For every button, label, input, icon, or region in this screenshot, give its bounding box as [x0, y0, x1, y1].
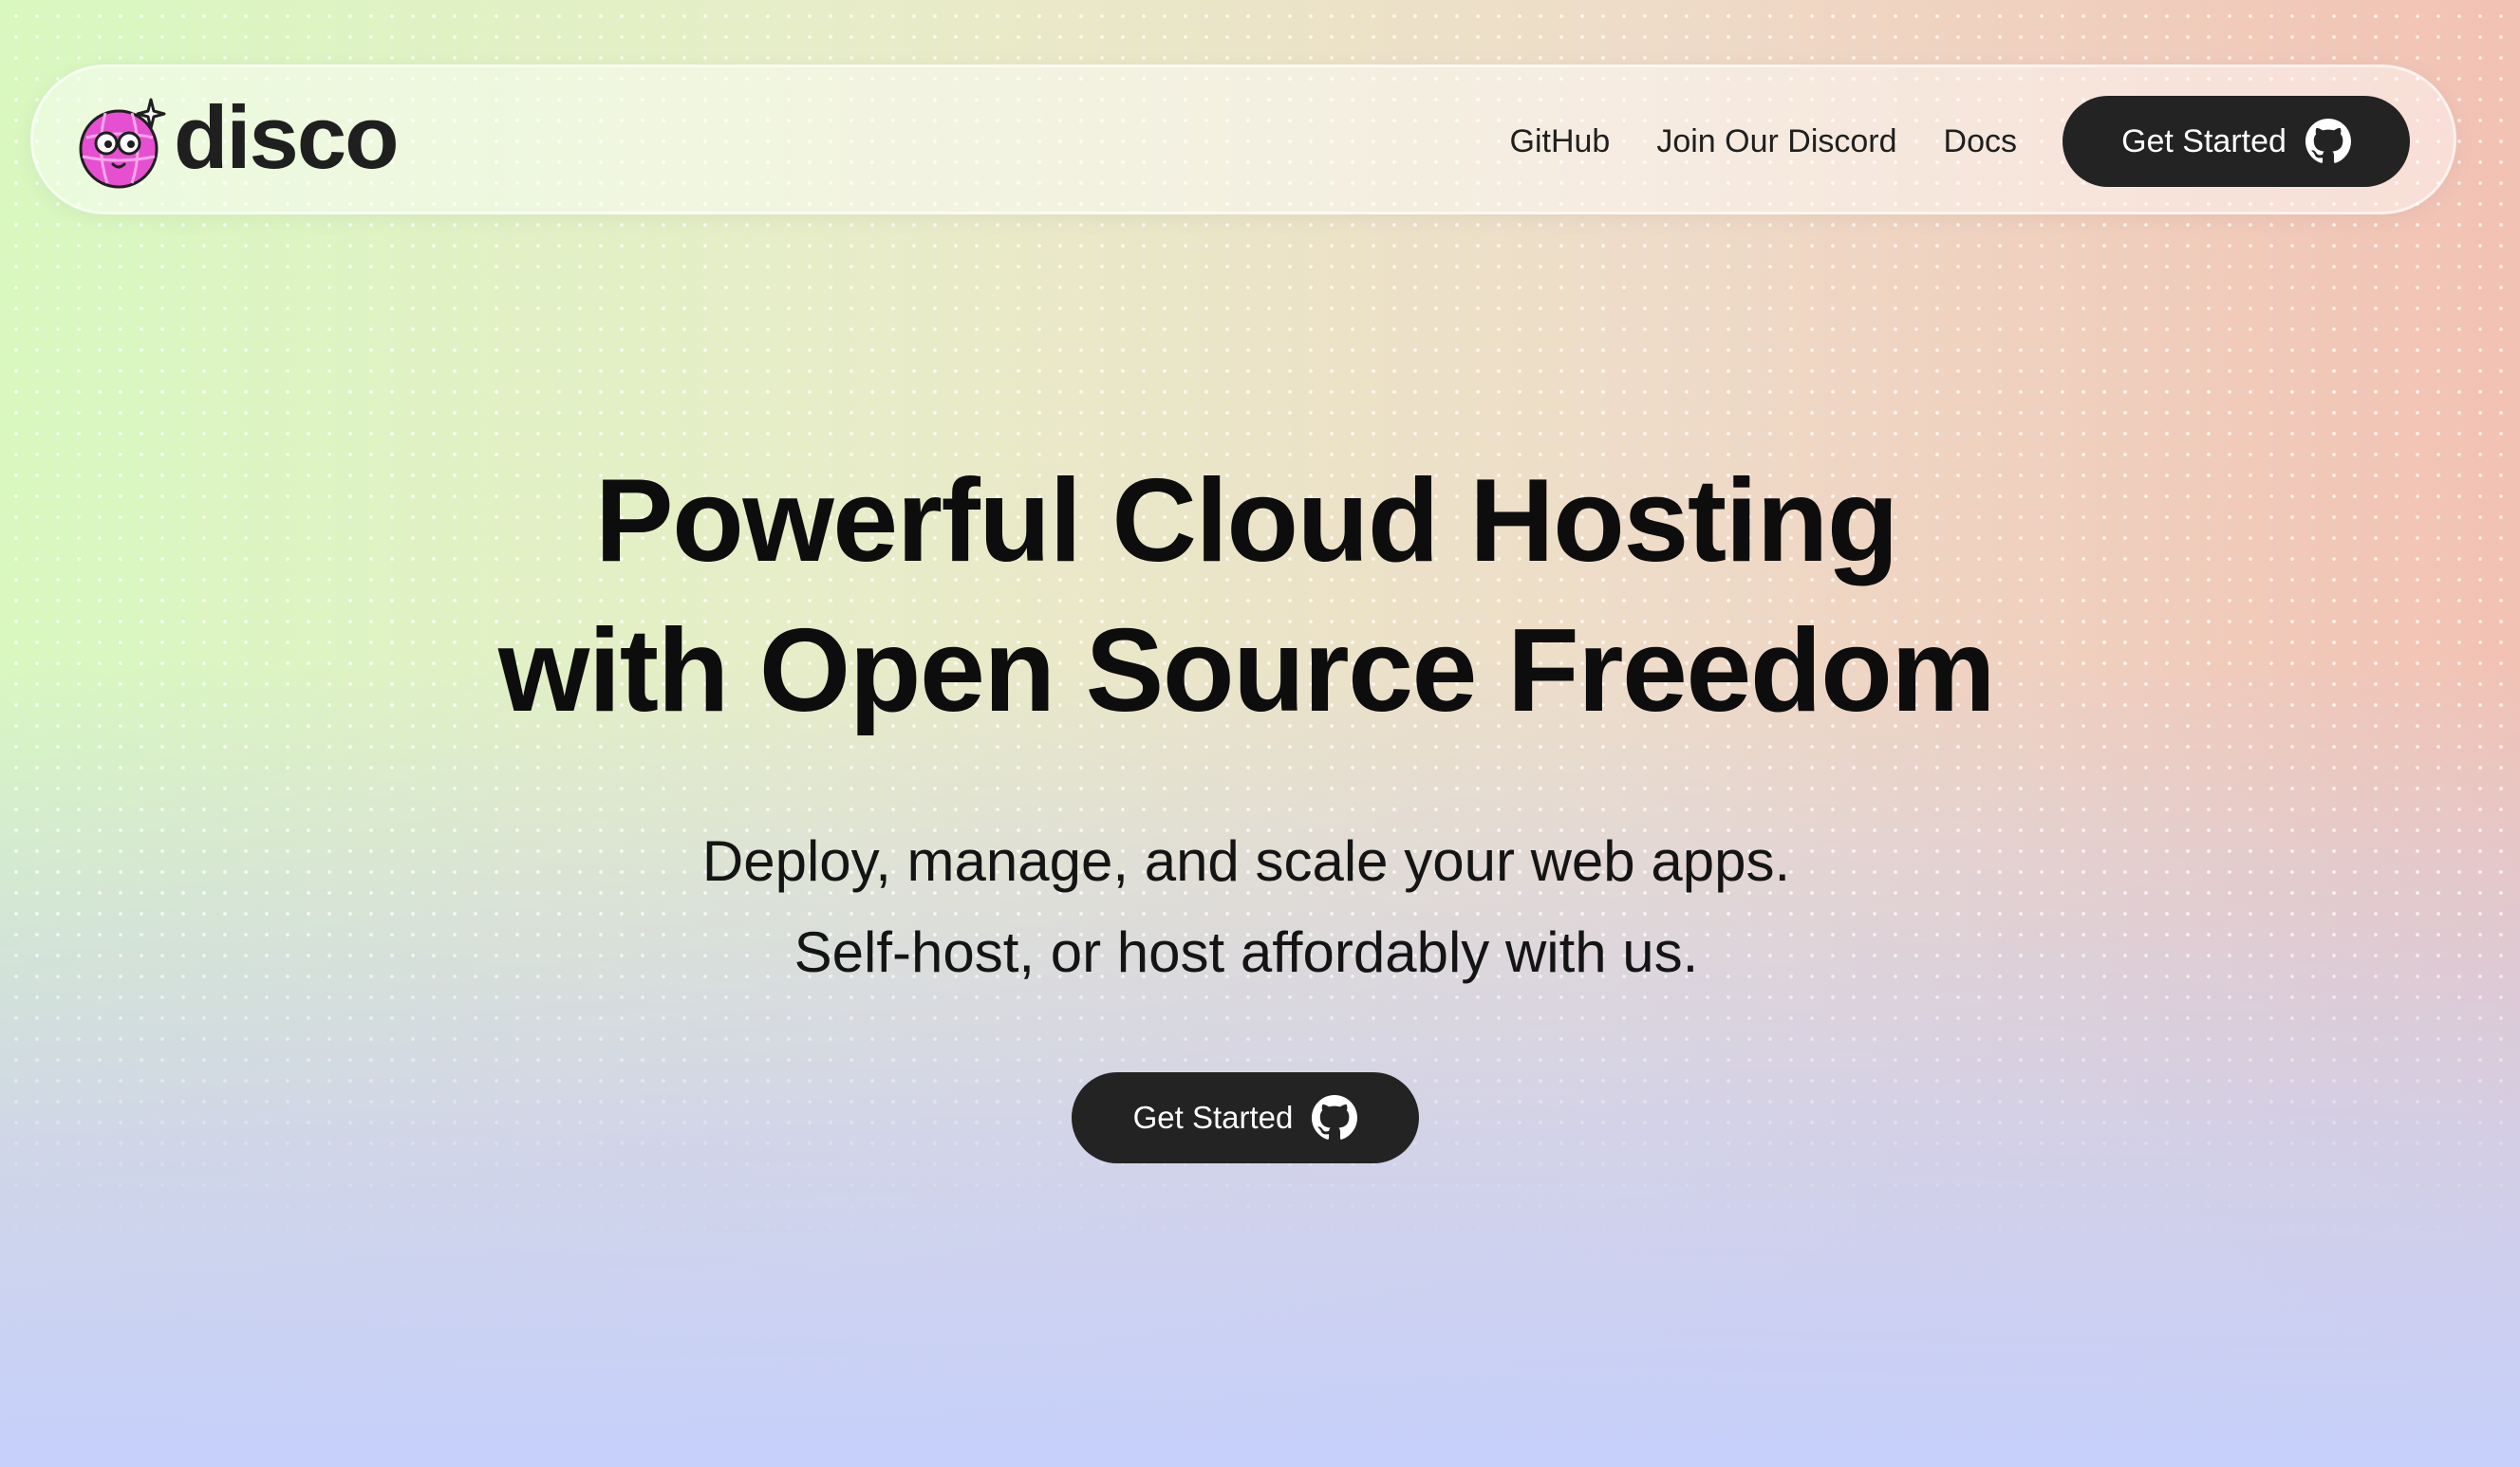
nav-links: GitHub Join Our Discord Docs Get Started [1510, 96, 2410, 187]
hero-title: Powerful Cloud Hosting with Open Source … [0, 446, 2492, 746]
nav-get-started-label: Get Started [2121, 122, 2287, 159]
github-icon [2305, 119, 2351, 163]
github-icon [1312, 1095, 1358, 1140]
hero-title-line-1: Powerful Cloud Hosting [594, 455, 1899, 586]
disco-ball-mascot-icon [79, 98, 166, 189]
hero-subtitle-line-1: Deploy, manage, and scale your web apps. [701, 829, 1791, 893]
hero-subtitle: Deploy, manage, and scale your web apps.… [0, 816, 2492, 998]
nav-link-github[interactable]: GitHub [1510, 123, 1611, 160]
nav-get-started-button[interactable]: Get Started [2063, 96, 2410, 187]
top-navbar: disco GitHub Join Our Discord Docs Get S… [30, 65, 2456, 214]
nav-link-docs[interactable]: Docs [1944, 123, 2017, 160]
hero-title-line-2: with Open Source Freedom [497, 605, 1996, 736]
logo-home-link[interactable]: disco [79, 87, 400, 193]
hero-subtitle-line-2: Self-host, or host affordably with us. [793, 920, 1699, 984]
nav-link-discord[interactable]: Join Our Discord [1656, 123, 1896, 160]
hero-get-started-button[interactable]: Get Started [1072, 1072, 1419, 1163]
brand-name: disco [174, 87, 400, 187]
hero-get-started-label: Get Started [1132, 1100, 1294, 1135]
landing-page: disco GitHub Join Our Discord Docs Get S… [0, 0, 2520, 1467]
